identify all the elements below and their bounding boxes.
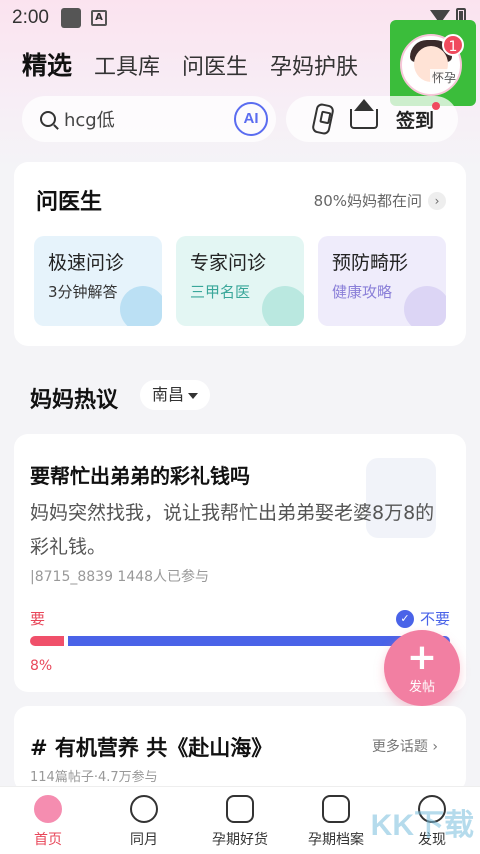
vote-yes-fill (30, 636, 64, 646)
search-bar[interactable]: hcg低 AI (22, 96, 276, 142)
check-icon: ✓ (395, 609, 414, 628)
ask-doctor-more[interactable]: 80%妈妈都在问 › (314, 190, 446, 211)
service-expert-consult[interactable]: 专家问诊 三甲名医 (176, 236, 304, 326)
caret-down-icon (188, 392, 199, 399)
service-title: 预防畸形 (332, 252, 409, 274)
nav-label: 孕期好货 (212, 832, 268, 848)
lightning-icon (120, 286, 162, 326)
hot-topics-header: 妈妈热议 南昌 (14, 358, 466, 438)
tab-ask-doctor[interactable]: 问医生 (182, 49, 248, 81)
vote-no-label: 不要 (419, 610, 450, 628)
nav-label: 同月 (130, 832, 158, 848)
more-topics-link[interactable]: 更多话题 › (372, 736, 438, 756)
top-tabs: 精选 工具库 问医生 孕妈护肤 (22, 46, 358, 82)
avatar-button[interactable]: 怀孕 1 (390, 20, 476, 106)
app-notification-icon (60, 8, 81, 28)
shopping-bag-icon (226, 795, 254, 823)
search-icon (40, 111, 56, 127)
status-time: 2:00 (12, 7, 49, 28)
avatar-label: 怀孕 (429, 69, 458, 86)
topic-card[interactable]: # 有机营养 共《赴山海》 更多话题 › 114篇帖子·4.7万参与 (14, 706, 466, 792)
service-title: 极速问诊 (48, 252, 125, 274)
ai-icon[interactable]: AI (234, 102, 268, 136)
ask-doctor-title: 问医生 (36, 190, 103, 215)
hot-topics-title: 妈妈热议 (30, 388, 119, 413)
post-title: 要帮忙出弟弟的彩礼钱吗 (30, 464, 250, 488)
home-icon (34, 795, 62, 823)
notification-badge: 1 (442, 34, 464, 56)
tab-tools[interactable]: 工具库 (94, 49, 160, 81)
plus-icon: + (406, 637, 438, 678)
city-label: 南昌 (152, 385, 185, 404)
smile-icon (130, 795, 158, 823)
new-post-button[interactable]: + 发帖 (384, 630, 460, 706)
tab-featured[interactable]: 精选 (22, 46, 72, 82)
vote-no-option[interactable]: ✓ 不要 (395, 608, 450, 629)
nav-home[interactable]: 首页 (0, 787, 96, 854)
watermark: KK下载 (370, 809, 474, 842)
service-fast-consult[interactable]: 极速问诊 3分钟解答 (34, 236, 162, 326)
search-placeholder: hcg低 (64, 110, 115, 131)
bottom-nav: 首页 同月 孕期好货 孕期档案 发现 KK下载 (0, 786, 480, 854)
nav-same-month[interactable]: 同月 (96, 787, 192, 854)
nav-goods[interactable]: 孕期好货 (192, 787, 288, 854)
service-prevent-defects[interactable]: 预防畸形 健康攻略 (318, 236, 446, 326)
nav-label: 孕期档案 (308, 832, 364, 848)
doctor-icon (262, 286, 304, 326)
topic-title: # 有机营养 共《赴山海》 (30, 736, 273, 760)
nav-label: 首页 (34, 832, 62, 848)
crown-icon[interactable] (350, 99, 378, 129)
service-title: 专家问诊 (190, 252, 267, 274)
pregnant-icon (404, 286, 446, 326)
ask-doctor-card: 问医生 80%妈妈都在问 › 极速问诊 3分钟解答 专家问诊 三甲名医 预防畸形… (14, 162, 466, 346)
city-selector[interactable]: 南昌 (140, 380, 211, 410)
topic-meta: 114篇帖子·4.7万参与 (30, 770, 158, 785)
signin-dot (432, 101, 441, 110)
scan-icon[interactable] (311, 102, 335, 136)
post-meta: |8715_8839 1448人已参与 (30, 569, 210, 585)
post-body: 妈妈突然找我，说让我帮忙出弟弟娶老婆8万8的彩礼钱。 (30, 502, 435, 558)
ask-doctor-more-label: 80%妈妈都在问 (313, 192, 422, 210)
signin-button[interactable]: 签到 (396, 101, 441, 133)
vote-yes-percent: 8% (30, 658, 53, 674)
vote-yes-option[interactable]: 要 (30, 608, 45, 629)
profile-card-icon (322, 795, 350, 823)
tab-skincare[interactable]: 孕妈护肤 (270, 49, 358, 81)
header-actions: 签到 (286, 96, 458, 142)
signin-label: 签到 (396, 109, 435, 132)
a-notification-icon: A (90, 10, 107, 26)
nav-records[interactable]: 孕期档案 (288, 787, 384, 854)
chevron-right-icon: › (428, 191, 446, 210)
new-post-label: 发帖 (408, 680, 435, 695)
